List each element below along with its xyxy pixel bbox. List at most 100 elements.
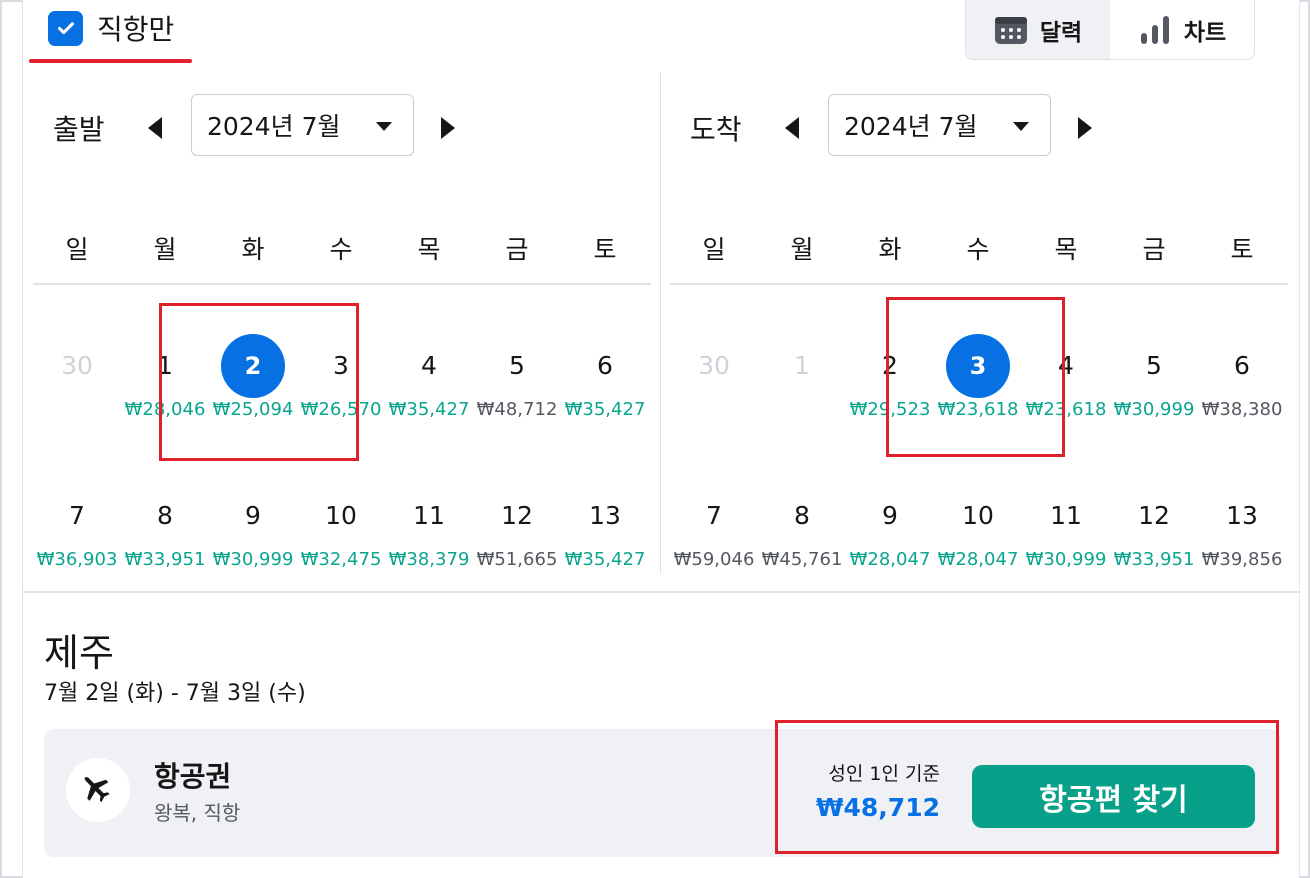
day-number-text: 9 bbox=[882, 501, 898, 530]
day-number-text: 8 bbox=[794, 501, 810, 530]
section-divider bbox=[23, 591, 1299, 593]
day-price: ₩38,379 bbox=[388, 549, 470, 570]
check-icon bbox=[57, 22, 74, 35]
direct-only-filter[interactable]: 직항만 bbox=[48, 8, 174, 48]
weekday-header: 일 월 화 수 목 금 토 bbox=[33, 230, 651, 266]
day-cell[interactable]: 6 ₩35,427 bbox=[561, 333, 649, 423]
day-price: ₩30,999 bbox=[1025, 549, 1107, 570]
day-number: 6 bbox=[561, 333, 649, 399]
day-price: ₩51,665 bbox=[476, 549, 558, 570]
departure-month-value: 2024년 7월 bbox=[207, 112, 341, 141]
arrival-header: 도착 2024년 7월 bbox=[670, 94, 1288, 156]
day-number-text: 1 bbox=[794, 351, 810, 380]
day-price: ₩35,427 bbox=[388, 399, 470, 420]
direct-only-label: 직항만 bbox=[97, 13, 175, 46]
day-number-text: 11 bbox=[413, 501, 445, 530]
day-price: ₩32,475 bbox=[300, 549, 382, 570]
day-price: ₩35,427 bbox=[564, 399, 646, 420]
day-cell[interactable]: 12 ₩51,665 bbox=[473, 483, 561, 573]
destination-title: 제주 bbox=[44, 631, 114, 675]
day-price: ₩30,999 bbox=[1113, 399, 1195, 420]
previous-month-icon[interactable] bbox=[146, 116, 164, 140]
day-number-text: 7 bbox=[69, 501, 85, 530]
day-number-text: 30 bbox=[698, 351, 730, 380]
day-number: 9 bbox=[846, 483, 934, 549]
next-month-icon[interactable] bbox=[1076, 116, 1094, 140]
airplane-icon-badge bbox=[66, 758, 130, 822]
arrival-month-select[interactable]: 2024년 7월 bbox=[828, 94, 1051, 156]
day-price: ₩45,761 bbox=[761, 549, 843, 570]
arrival-label: 도착 bbox=[690, 113, 742, 146]
day-cell[interactable]: 5 ₩30,999 bbox=[1110, 333, 1198, 423]
weekday-divider bbox=[33, 283, 651, 285]
day-cell[interactable]: 11 ₩38,379 bbox=[385, 483, 473, 573]
day-number-text: 5 bbox=[509, 351, 525, 380]
weekday-label: 금 bbox=[505, 235, 529, 264]
calendar-view-label: 달력 bbox=[1039, 19, 1083, 46]
day-cell: 30 bbox=[670, 333, 758, 423]
calendar-view-button[interactable]: 달력 bbox=[966, 0, 1110, 59]
day-number: 6 bbox=[1198, 333, 1286, 399]
calendar-icon bbox=[994, 16, 1027, 44]
day-price: ₩30,999 bbox=[212, 549, 294, 570]
day-number: 10 bbox=[934, 483, 1022, 549]
day-cell[interactable]: 7 ₩59,046 bbox=[670, 483, 758, 573]
weekday-header: 일 월 화 수 목 금 토 bbox=[670, 230, 1288, 266]
day-cell[interactable]: 4 ₩35,427 bbox=[385, 333, 473, 423]
day-number-text: 4 bbox=[421, 351, 437, 380]
day-number: 12 bbox=[473, 483, 561, 549]
day-number: 13 bbox=[561, 483, 649, 549]
day-number: 12 bbox=[1110, 483, 1198, 549]
chart-view-button[interactable]: 차트 bbox=[1110, 0, 1254, 59]
previous-month-icon[interactable] bbox=[783, 116, 801, 140]
departure-label: 출발 bbox=[53, 113, 105, 146]
day-price: ₩33,951 bbox=[1113, 549, 1195, 570]
day-cell[interactable]: 13 ₩39,856 bbox=[1198, 483, 1286, 573]
weekday-label: 월 bbox=[790, 235, 814, 264]
day-number-text: 10 bbox=[962, 501, 994, 530]
day-cell[interactable]: 8 ₩45,761 bbox=[758, 483, 846, 573]
day-cell[interactable]: 6 ₩38,380 bbox=[1198, 333, 1286, 423]
weekday-label: 수 bbox=[329, 235, 353, 264]
day-cell[interactable]: 11 ₩30,999 bbox=[1022, 483, 1110, 573]
day-number-text: 11 bbox=[1050, 501, 1082, 530]
day-cell: 1 bbox=[758, 333, 846, 423]
day-price: ₩39,856 bbox=[1201, 549, 1283, 570]
selected-date-range: 7월 2일 (화) - 7월 3일 (수) bbox=[44, 681, 306, 706]
day-number-text: 6 bbox=[597, 351, 613, 380]
weekday-label: 화 bbox=[241, 235, 265, 264]
flight-card-title: 항공권 bbox=[154, 760, 232, 793]
day-cell[interactable]: 9 ₩28,047 bbox=[846, 483, 934, 573]
day-cell[interactable]: 9 ₩30,999 bbox=[209, 483, 297, 573]
chevron-down-icon bbox=[376, 122, 392, 131]
day-cell[interactable]: 7 ₩36,903 bbox=[33, 483, 121, 573]
day-cell: 30 bbox=[33, 333, 121, 423]
day-number: 10 bbox=[297, 483, 385, 549]
day-number: 7 bbox=[33, 483, 121, 549]
chevron-down-icon bbox=[1013, 122, 1029, 131]
day-price: ₩59,046 bbox=[673, 549, 755, 570]
weekday-label: 목 bbox=[417, 235, 441, 264]
day-number-text: 12 bbox=[501, 501, 533, 530]
weekday-label: 월 bbox=[153, 235, 177, 264]
annotation-box-departure bbox=[159, 303, 359, 461]
weekday-label: 수 bbox=[966, 235, 990, 264]
next-month-icon[interactable] bbox=[439, 116, 457, 140]
day-number: 30 bbox=[670, 333, 758, 399]
day-price: ₩33,951 bbox=[124, 549, 206, 570]
day-number-text: 13 bbox=[1226, 501, 1258, 530]
airplane-icon bbox=[84, 776, 110, 803]
day-cell[interactable]: 5 ₩48,712 bbox=[473, 333, 561, 423]
day-price: ₩35,427 bbox=[564, 549, 646, 570]
day-cell[interactable]: 10 ₩32,475 bbox=[297, 483, 385, 573]
day-cell[interactable]: 13 ₩35,427 bbox=[561, 483, 649, 573]
annotation-underline bbox=[29, 59, 192, 63]
direct-only-checkbox[interactable] bbox=[48, 10, 83, 46]
day-cell[interactable]: 12 ₩33,951 bbox=[1110, 483, 1198, 573]
day-number: 8 bbox=[121, 483, 209, 549]
departure-month-select[interactable]: 2024년 7월 bbox=[191, 94, 414, 156]
day-price: ₩36,903 bbox=[36, 549, 118, 570]
day-price: ₩48,712 bbox=[476, 399, 558, 420]
day-cell[interactable]: 8 ₩33,951 bbox=[121, 483, 209, 573]
day-cell[interactable]: 10 ₩28,047 bbox=[934, 483, 1022, 573]
